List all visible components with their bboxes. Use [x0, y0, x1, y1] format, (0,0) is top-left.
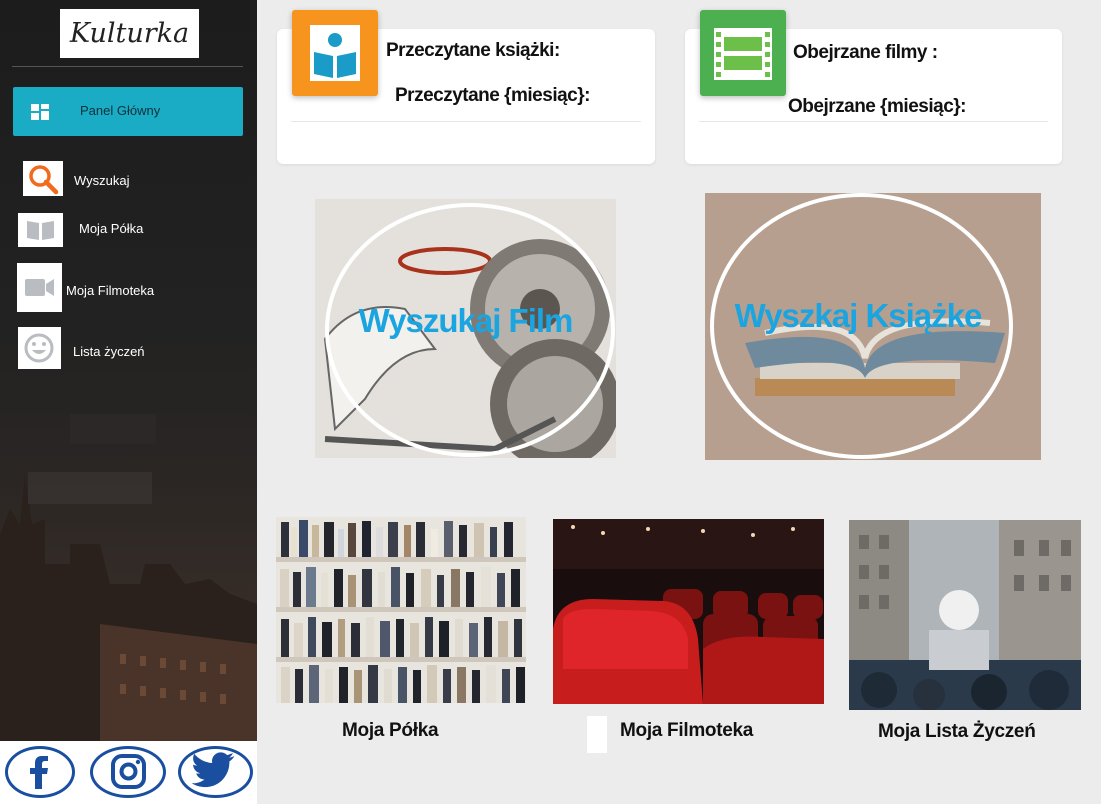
video-camera-icon: [17, 263, 62, 312]
search-film-feature[interactable]: Wyszukaj Film: [315, 199, 616, 458]
sidebar-item-label: Wyszukaj: [74, 173, 130, 188]
sidebar-item-label: Moja Półka: [79, 221, 144, 236]
sidebar-item-panel-glowny[interactable]: Panel Główny: [13, 87, 243, 136]
card-divider: [291, 121, 641, 122]
instagram-icon: [111, 754, 146, 789]
sidebar-item-lista-zyczen[interactable]: Lista życzeń: [18, 327, 248, 369]
sidebar-item-label: Panel Główny: [80, 103, 161, 118]
sidebar-item-label: Lista życzeń: [73, 344, 145, 359]
dashboard-grid-icon: [31, 104, 49, 120]
movies-badge: [700, 10, 786, 96]
facebook-icon: [30, 756, 48, 789]
app-logo-text: Kulturka: [69, 18, 190, 49]
twitter-link[interactable]: [178, 746, 253, 798]
film-strip-icon: [714, 28, 772, 80]
search-icon: [23, 161, 63, 196]
tile-moja-polka[interactable]: [276, 517, 526, 703]
sidebar-item-moja-filmoteka[interactable]: Moja Filmoteka: [17, 263, 247, 312]
app-logo[interactable]: Kulturka: [60, 9, 199, 58]
search-book-label: Wyszkaj Książke: [734, 297, 983, 334]
search-book-feature[interactable]: Wyszkaj Książke: [705, 193, 1041, 460]
sidebar-item-wyszukaj[interactable]: Wyszukaj: [23, 161, 253, 201]
twitter-icon: [191, 752, 235, 788]
social-links: [0, 741, 257, 804]
tile-moja-filmoteka[interactable]: [553, 519, 824, 704]
book-icon: [18, 213, 63, 247]
books-read-title: Przeczytane książki:: [386, 40, 560, 61]
city-background-image: [0, 414, 257, 744]
sidebar-item-label: Moja Filmoteka: [66, 283, 155, 298]
smiley-icon: [18, 327, 61, 369]
books-read-month: Przeczytane {miesiąc}:: [395, 85, 590, 106]
search-film-label: Wyszukaj Film: [358, 302, 574, 339]
tile-label-spacer: [587, 716, 607, 753]
tile-moja-polka-label[interactable]: Moja Półka: [342, 720, 439, 742]
reader-book-icon: [310, 25, 360, 81]
sidebar: Kulturka Panel Główny Wyszukaj Moja Półk…: [0, 0, 257, 804]
tile-lista-zyczen-label[interactable]: Moja Lista Życzeń: [878, 721, 1036, 743]
tile-moja-filmoteka-label[interactable]: Moja Filmoteka: [620, 720, 753, 742]
bookshelf-image: [276, 517, 526, 703]
city-street-wish-image: [849, 520, 1081, 710]
tile-lista-zyczen[interactable]: [849, 520, 1081, 710]
facebook-link[interactable]: [5, 746, 75, 798]
sidebar-item-moja-polka[interactable]: Moja Półka: [18, 213, 248, 253]
movies-watched-month: Obejrzane {miesiąc}:: [788, 96, 966, 117]
sidebar-divider: [12, 66, 243, 67]
books-badge: [292, 10, 378, 96]
card-divider: [699, 121, 1048, 122]
cinema-seats-image: [553, 519, 824, 704]
instagram-link[interactable]: [90, 746, 166, 798]
movies-watched-title: Obejrzane filmy :: [793, 42, 938, 63]
